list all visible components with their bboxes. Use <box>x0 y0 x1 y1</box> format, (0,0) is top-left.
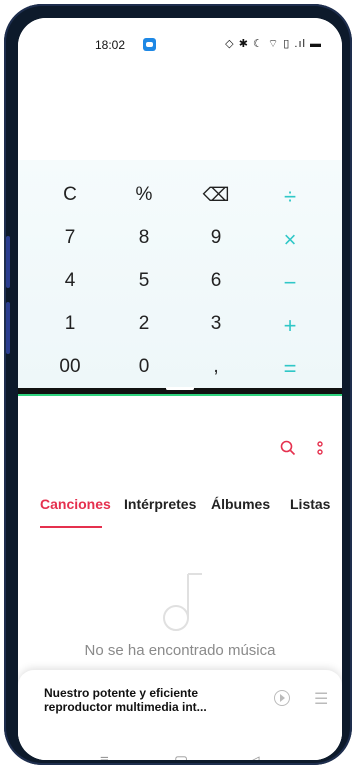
search-icon[interactable] <box>280 440 296 461</box>
divider-handle[interactable] <box>166 387 194 390</box>
tab-canciones[interactable]: Canciones <box>40 496 111 512</box>
tab-interpretes[interactable]: Intérpretes <box>124 496 196 512</box>
key-7[interactable]: 7 <box>40 227 100 249</box>
active-tab-indicator <box>40 526 102 528</box>
music-note-icon <box>162 568 204 632</box>
key-3[interactable]: 3 <box>186 313 246 335</box>
music-tabs: Canciones Intérpretes Álbumes Listas <box>18 496 342 528</box>
key-comma[interactable]: , <box>186 356 246 378</box>
key-subtract[interactable]: − <box>260 270 320 296</box>
side-button <box>6 302 10 354</box>
tab-albumes[interactable]: Álbumes <box>211 496 270 512</box>
empty-state-message: No se ha encontrado música <box>84 642 276 659</box>
status-bar: 18:02 ◇ ✱ ☾ ⌔ ▯ .ıl ▬ <box>18 36 342 54</box>
screen: 18:02 ◇ ✱ ☾ ⌔ ▯ .ıl ▬ C % ⌫ ÷ 7 8 9 × 4 … <box>18 18 342 760</box>
calculator-keypad: C % ⌫ ÷ 7 8 9 × 4 5 6 − 1 2 3 + 00 0 , = <box>18 178 342 393</box>
playlist-icon[interactable]: ☰ <box>314 689 328 709</box>
key-1[interactable]: 1 <box>40 313 100 335</box>
notification-app-icon <box>143 38 156 51</box>
backspace-icon[interactable]: ⌫ <box>186 184 246 207</box>
key-00[interactable]: 00 <box>40 356 100 378</box>
side-button <box>6 236 10 288</box>
status-time: 18:02 <box>95 38 126 52</box>
home-icon[interactable]: ▢ <box>174 752 188 760</box>
status-icons: ◇ ✱ ☾ ⌔ ▯ .ıl ▬ <box>225 38 322 50</box>
more-options-icon[interactable] <box>317 440 323 456</box>
key-0[interactable]: 0 <box>114 356 174 378</box>
back-icon[interactable]: ◁ <box>248 752 260 760</box>
tab-listas[interactable]: Listas <box>290 496 330 512</box>
menu-icon[interactable]: ≡ <box>100 752 109 760</box>
play-icon[interactable] <box>274 690 290 706</box>
calculator-app: 18:02 ◇ ✱ ☾ ⌔ ▯ .ıl ▬ C % ⌫ ÷ 7 8 9 × 4 … <box>18 18 342 388</box>
key-percent[interactable]: % <box>114 184 174 206</box>
promo-card[interactable]: Nuestro potente y eficiente reproductor … <box>18 670 342 744</box>
key-clear[interactable]: C <box>40 184 100 206</box>
key-equals[interactable]: = <box>260 356 320 382</box>
key-8[interactable]: 8 <box>114 227 174 249</box>
key-add[interactable]: + <box>260 313 320 339</box>
key-2[interactable]: 2 <box>114 313 174 335</box>
key-5[interactable]: 5 <box>114 270 174 292</box>
navigation-bar: ≡ ▢ ◁ <box>18 744 342 760</box>
key-divide[interactable]: ÷ <box>260 184 320 210</box>
music-app: Canciones Intérpretes Álbumes Listas No … <box>18 396 342 760</box>
key-6[interactable]: 6 <box>186 270 246 292</box>
key-4[interactable]: 4 <box>40 270 100 292</box>
key-multiply[interactable]: × <box>260 227 320 253</box>
promo-text: Nuestro potente y eficiente reproductor … <box>44 686 207 714</box>
key-9[interactable]: 9 <box>186 227 246 249</box>
phone-frame: 18:02 ◇ ✱ ☾ ⌔ ▯ .ıl ▬ C % ⌫ ÷ 7 8 9 × 4 … <box>4 4 352 765</box>
